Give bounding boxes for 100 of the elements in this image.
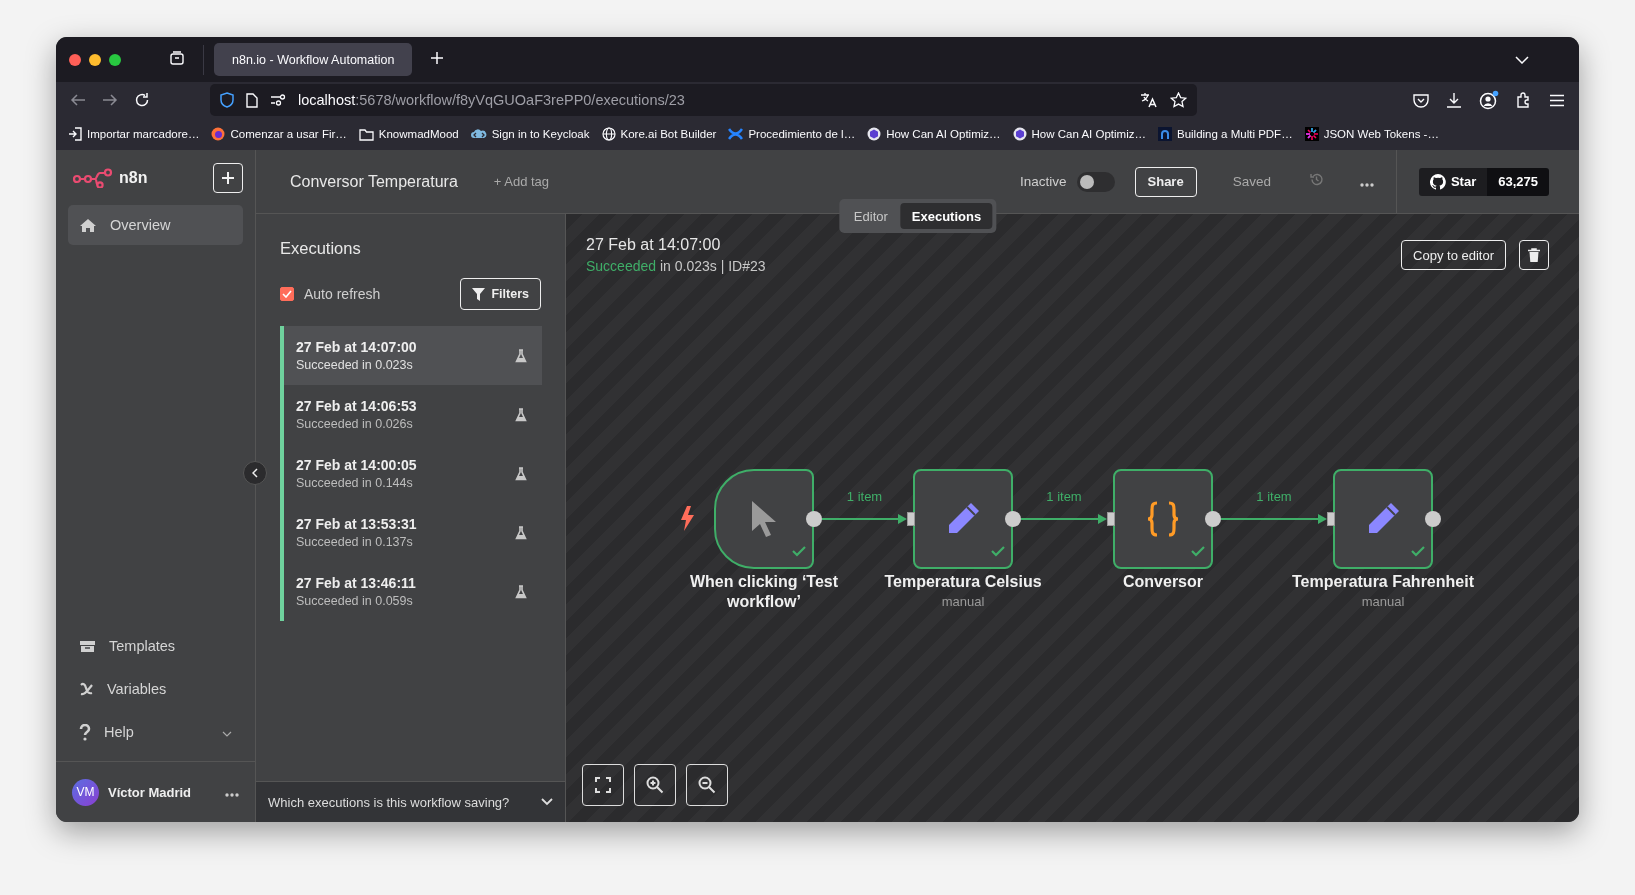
add-button[interactable] bbox=[213, 162, 243, 193]
save-status: Saved bbox=[1232, 174, 1271, 189]
workflow-name[interactable]: Conversor Temperatura bbox=[290, 172, 458, 191]
folder-icon bbox=[358, 127, 374, 141]
bookmark[interactable]: KnowmadMood bbox=[358, 127, 459, 141]
forward-icon[interactable] bbox=[102, 93, 118, 107]
variable-icon bbox=[79, 681, 94, 697]
nav-item[interactable]: Help bbox=[68, 712, 243, 752]
extensions-icon[interactable] bbox=[1516, 92, 1532, 108]
chevron-down-icon[interactable] bbox=[1515, 55, 1529, 64]
execution-item[interactable]: 27 Feb at 13:53:31 Succeeded in 0.137s bbox=[280, 503, 542, 562]
item-count-label: 1 item bbox=[1256, 489, 1292, 504]
check-icon bbox=[1191, 546, 1205, 557]
check-icon bbox=[792, 546, 806, 557]
menu-icon[interactable] bbox=[1549, 93, 1565, 107]
globe-icon bbox=[601, 127, 616, 141]
maximize-window-button[interactable] bbox=[109, 53, 121, 66]
home-icon bbox=[79, 217, 97, 233]
download-icon[interactable] bbox=[1446, 92, 1462, 108]
bookmark[interactable]: Procedimiento de l… bbox=[728, 127, 856, 141]
workflow-node[interactable] bbox=[1333, 469, 1433, 569]
flask-icon bbox=[515, 348, 527, 363]
execution-item[interactable]: 27 Feb at 13:46:11 Succeeded in 0.059s bbox=[280, 562, 542, 621]
output-handle[interactable] bbox=[1205, 511, 1221, 527]
node-subtitle: manual bbox=[1361, 594, 1405, 609]
bookmark[interactable]: Importar marcadore… bbox=[68, 127, 200, 141]
minimize-window-button[interactable] bbox=[89, 53, 101, 66]
node-subtitle: manual bbox=[941, 594, 985, 609]
share-button[interactable]: Share bbox=[1134, 166, 1197, 197]
delete-button[interactable] bbox=[1519, 240, 1549, 270]
collapse-button[interactable] bbox=[243, 461, 267, 485]
check-icon bbox=[282, 290, 292, 298]
user-avatar: VM bbox=[72, 778, 99, 806]
execution-item[interactable]: 27 Feb at 14:07:00 Succeeded in 0.023s bbox=[280, 326, 542, 385]
chevron-down-icon bbox=[222, 731, 232, 737]
zoom-out-button[interactable] bbox=[686, 764, 728, 806]
address-bar[interactable]: localhost:5678/workflow/f8yVqGUOaF3rePP0/executions/23 bbox=[210, 84, 1197, 116]
zoom-in-button[interactable] bbox=[634, 764, 676, 806]
fit-view-button[interactable] bbox=[582, 764, 624, 806]
back-icon[interactable] bbox=[70, 93, 86, 107]
bookmark[interactable]: How Can AI Optimiz… bbox=[867, 127, 1001, 141]
chevron-down-icon bbox=[541, 798, 553, 806]
filter-icon bbox=[472, 287, 486, 301]
bookmark[interactable]: Sign in to Keycloak bbox=[470, 128, 590, 140]
bookmark-star-icon[interactable] bbox=[1170, 92, 1187, 108]
auto-refresh-checkbox[interactable] bbox=[280, 287, 294, 301]
view-tab[interactable]: Executions bbox=[900, 203, 993, 229]
copy-to-editor-button[interactable]: Copy to editor bbox=[1401, 240, 1506, 270]
browser-tab[interactable]: n8n.io - Workflow Automation bbox=[214, 43, 412, 76]
bookmark[interactable]: Comenzar a usar Fir… bbox=[211, 127, 347, 141]
nav-item[interactable]: Variables bbox=[68, 669, 243, 709]
translate-icon[interactable] bbox=[1140, 92, 1158, 108]
trash-icon bbox=[1528, 248, 1540, 262]
checkbox-label: Auto refresh bbox=[304, 286, 381, 302]
burst-icon bbox=[1304, 127, 1319, 141]
node-title: Temperatura Celsius bbox=[884, 572, 1042, 592]
help-icon bbox=[79, 723, 91, 741]
workflow-node[interactable] bbox=[913, 469, 1013, 569]
close-window-button[interactable] bbox=[69, 53, 81, 66]
bookmark[interactable]: JSON Web Tokens -… bbox=[1304, 127, 1439, 141]
node-title: Conversor bbox=[1123, 572, 1203, 592]
execution-item[interactable]: 27 Feb at 14:00:05 Succeeded in 0.144s bbox=[280, 444, 542, 503]
shield-icon bbox=[220, 92, 234, 108]
bookmark[interactable]: How Can AI Optimiz… bbox=[1012, 127, 1146, 141]
workflow-node[interactable] bbox=[714, 469, 814, 569]
github-star-button[interactable]: Star bbox=[1418, 167, 1488, 196]
account-icon[interactable] bbox=[1479, 90, 1499, 110]
fit-view-icon bbox=[595, 777, 611, 793]
bookmark[interactable]: Building a Multi PDF… bbox=[1157, 127, 1293, 141]
input-handle bbox=[1107, 512, 1115, 526]
url-text: localhost:5678/workflow/f8yVqGUOaF3rePP0/executions/23 bbox=[298, 92, 686, 108]
filters-button[interactable]: Filters bbox=[460, 278, 541, 310]
more-icon[interactable] bbox=[225, 793, 239, 797]
execution-item[interactable]: 27 Feb at 14:06:53 Succeeded in 0.026s bbox=[280, 385, 542, 444]
active-toggle[interactable] bbox=[1076, 171, 1115, 192]
import-icon bbox=[68, 127, 82, 141]
input-handle bbox=[907, 512, 915, 526]
saving-settings-dropdown[interactable]: Which executions is this workflow saving? bbox=[256, 781, 565, 822]
nav-item[interactable]: Overview bbox=[68, 205, 243, 245]
reload-icon[interactable] bbox=[134, 92, 150, 108]
more-icon[interactable] bbox=[1359, 182, 1374, 187]
add-tag-link[interactable]: + Add tag bbox=[493, 174, 550, 189]
flask-icon bbox=[515, 525, 527, 540]
flask-icon bbox=[515, 584, 527, 599]
tab-list-icon[interactable] bbox=[169, 50, 185, 66]
bookmark[interactable]: Kore.ai Bot Builder bbox=[601, 127, 717, 141]
output-handle[interactable] bbox=[1425, 511, 1441, 527]
zoom-out-icon bbox=[698, 776, 716, 794]
view-tab[interactable]: Editor bbox=[842, 203, 899, 229]
nav-item[interactable]: Templates bbox=[68, 626, 243, 666]
new-tab-icon[interactable] bbox=[430, 51, 444, 65]
workflow-node[interactable] bbox=[1113, 469, 1213, 569]
item-count-label: 1 item bbox=[846, 489, 883, 504]
execution-summary: Succeeded in 0.023s | ID#23 bbox=[586, 258, 766, 274]
app-logo-text: n8n bbox=[119, 168, 148, 187]
pocket-icon[interactable] bbox=[1413, 92, 1429, 108]
cross-icon bbox=[728, 127, 744, 141]
output-handle[interactable] bbox=[806, 511, 822, 527]
cloud-icon bbox=[470, 128, 487, 140]
output-handle[interactable] bbox=[1005, 511, 1021, 527]
